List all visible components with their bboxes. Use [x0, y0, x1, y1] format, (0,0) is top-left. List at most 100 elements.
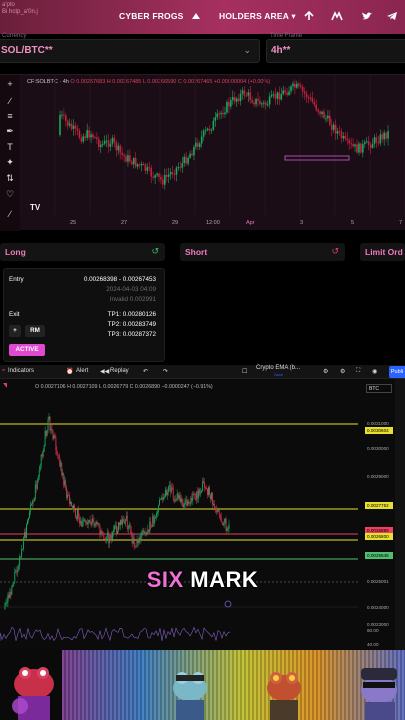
brush-icon[interactable]: ✒: [5, 126, 15, 136]
candle: [257, 92, 259, 107]
tradingview-chart[interactable]: ≈ Indicators ⏰ Alert ◀◀ Replay ↶ ↷ ☐ Cry…: [0, 365, 405, 650]
candle: [348, 137, 351, 151]
y-axis-label: 0.0030000: [367, 446, 389, 451]
candle: [73, 503, 74, 513]
candle: [296, 80, 298, 90]
crosshair-icon[interactable]: +: [5, 79, 15, 89]
mexc-icon[interactable]: [331, 10, 343, 22]
candle: [327, 110, 329, 122]
alert-button[interactable]: Alert: [76, 368, 88, 374]
candle: [134, 151, 137, 169]
nav-cyber-frogs[interactable]: CYBER FROGS: [119, 11, 184, 21]
telegram-icon[interactable]: [386, 10, 398, 22]
candle: [26, 523, 27, 539]
fullscreen-icon[interactable]: ⛶: [356, 368, 360, 375]
candle: [111, 531, 113, 544]
frog-icon[interactable]: [190, 10, 202, 22]
candle: [330, 119, 333, 137]
candle: [161, 495, 162, 500]
redo-icon[interactable]: ↷: [163, 368, 168, 375]
candle: [156, 510, 158, 521]
price-axis[interactable]: 0.00310000.00300000.00290000.00280000.00…: [365, 379, 393, 650]
settings-icon[interactable]: ⚙: [323, 368, 328, 375]
measure-icon[interactable]: ⇅: [5, 173, 15, 183]
currency-select[interactable]: SOL/BTC** ⌄: [0, 39, 260, 63]
heart-icon[interactable]: ♡: [5, 189, 15, 199]
candle: [113, 525, 115, 537]
candle: [152, 512, 154, 528]
candle: [151, 524, 153, 528]
layout-title[interactable]: Crypto EMA (b...: [256, 365, 300, 371]
candle: [58, 455, 60, 461]
indicators-icon[interactable]: ≈: [2, 368, 5, 374]
candle: [352, 137, 354, 148]
candle: [43, 444, 45, 452]
y-axis-label: 0.0029000: [367, 474, 389, 479]
twitter-icon[interactable]: [361, 10, 373, 22]
cyber-frogs-banner: [0, 650, 405, 720]
candle: [214, 111, 217, 127]
alert-icon[interactable]: ⏰: [66, 368, 73, 375]
camera-icon[interactable]: ◉: [372, 368, 377, 375]
candle: [107, 133, 110, 153]
candle: [61, 460, 63, 477]
horizontal-lines-icon[interactable]: ≡: [5, 111, 15, 121]
candle: [44, 426, 46, 448]
candle: [266, 100, 269, 107]
candle: [228, 519, 230, 533]
short-button[interactable]: Short ↺: [180, 243, 345, 261]
candle: [27, 518, 28, 526]
candle: [113, 134, 116, 148]
candle: [128, 521, 130, 529]
y-axis-label: 0.0023000: [367, 622, 389, 627]
long-button[interactable]: Long ↺: [0, 243, 165, 261]
nav-holders-area[interactable]: HOLDERS AREA ▾: [219, 11, 296, 22]
checkbox-icon[interactable]: ☐: [242, 368, 247, 375]
candle: [132, 533, 134, 544]
candle: [268, 92, 271, 109]
candle: [142, 528, 144, 536]
candle: [303, 87, 306, 100]
candle: [108, 529, 110, 548]
gear-icon[interactable]: ⚙: [340, 368, 345, 375]
save-label[interactable]: Save: [274, 372, 283, 377]
candle: [189, 150, 191, 159]
candle: [181, 496, 183, 507]
indicators-button[interactable]: Indicators: [8, 368, 34, 374]
text-icon[interactable]: T: [5, 142, 15, 152]
rm-button[interactable]: RM: [25, 325, 45, 337]
candle: [61, 111, 63, 119]
arrow-up-icon[interactable]: [303, 10, 315, 22]
tv-plot-area: [0, 383, 358, 642]
candle: [217, 507, 219, 512]
active-button[interactable]: ACTIVE: [9, 344, 45, 356]
candle: [227, 526, 229, 534]
x-label: Apr: [246, 220, 255, 226]
candle: [29, 508, 30, 519]
candle: [76, 124, 79, 136]
timeframe-select[interactable]: 4h**: [266, 39, 405, 63]
candle: [157, 508, 159, 518]
publish-button[interactable]: Publi: [389, 366, 405, 378]
candle: [33, 497, 35, 502]
replay-button[interactable]: Replay: [110, 368, 129, 374]
candle: [82, 517, 84, 527]
candle: [37, 474, 39, 483]
limit-order-button[interactable]: Limit Ord: [360, 243, 405, 261]
x-label: 3: [300, 220, 304, 226]
pattern-icon[interactable]: ✦: [5, 157, 15, 167]
add-button[interactable]: +: [9, 325, 21, 337]
top-navigation-bar: a'pto Bi hctp_a'0n.j CYBER FROGS HOLDERS…: [0, 0, 405, 34]
candle: [146, 531, 148, 537]
undo-icon[interactable]: ↶: [143, 368, 148, 375]
candle: [70, 119, 73, 132]
candle: [156, 172, 158, 178]
trendline-icon[interactable]: ∕: [5, 96, 15, 106]
candle: [55, 434, 57, 455]
replay-icon[interactable]: ◀◀: [100, 368, 109, 375]
candle: [381, 131, 384, 143]
candle: [114, 524, 116, 533]
ruler-icon[interactable]: ∕: [5, 209, 15, 219]
candle: [223, 518, 225, 529]
price-chart[interactable]: + ∕ ≡ ✒ T ✦ ⇅ ♡ ∕ CF:SOLBTC · 4h O 0.002…: [0, 74, 405, 231]
